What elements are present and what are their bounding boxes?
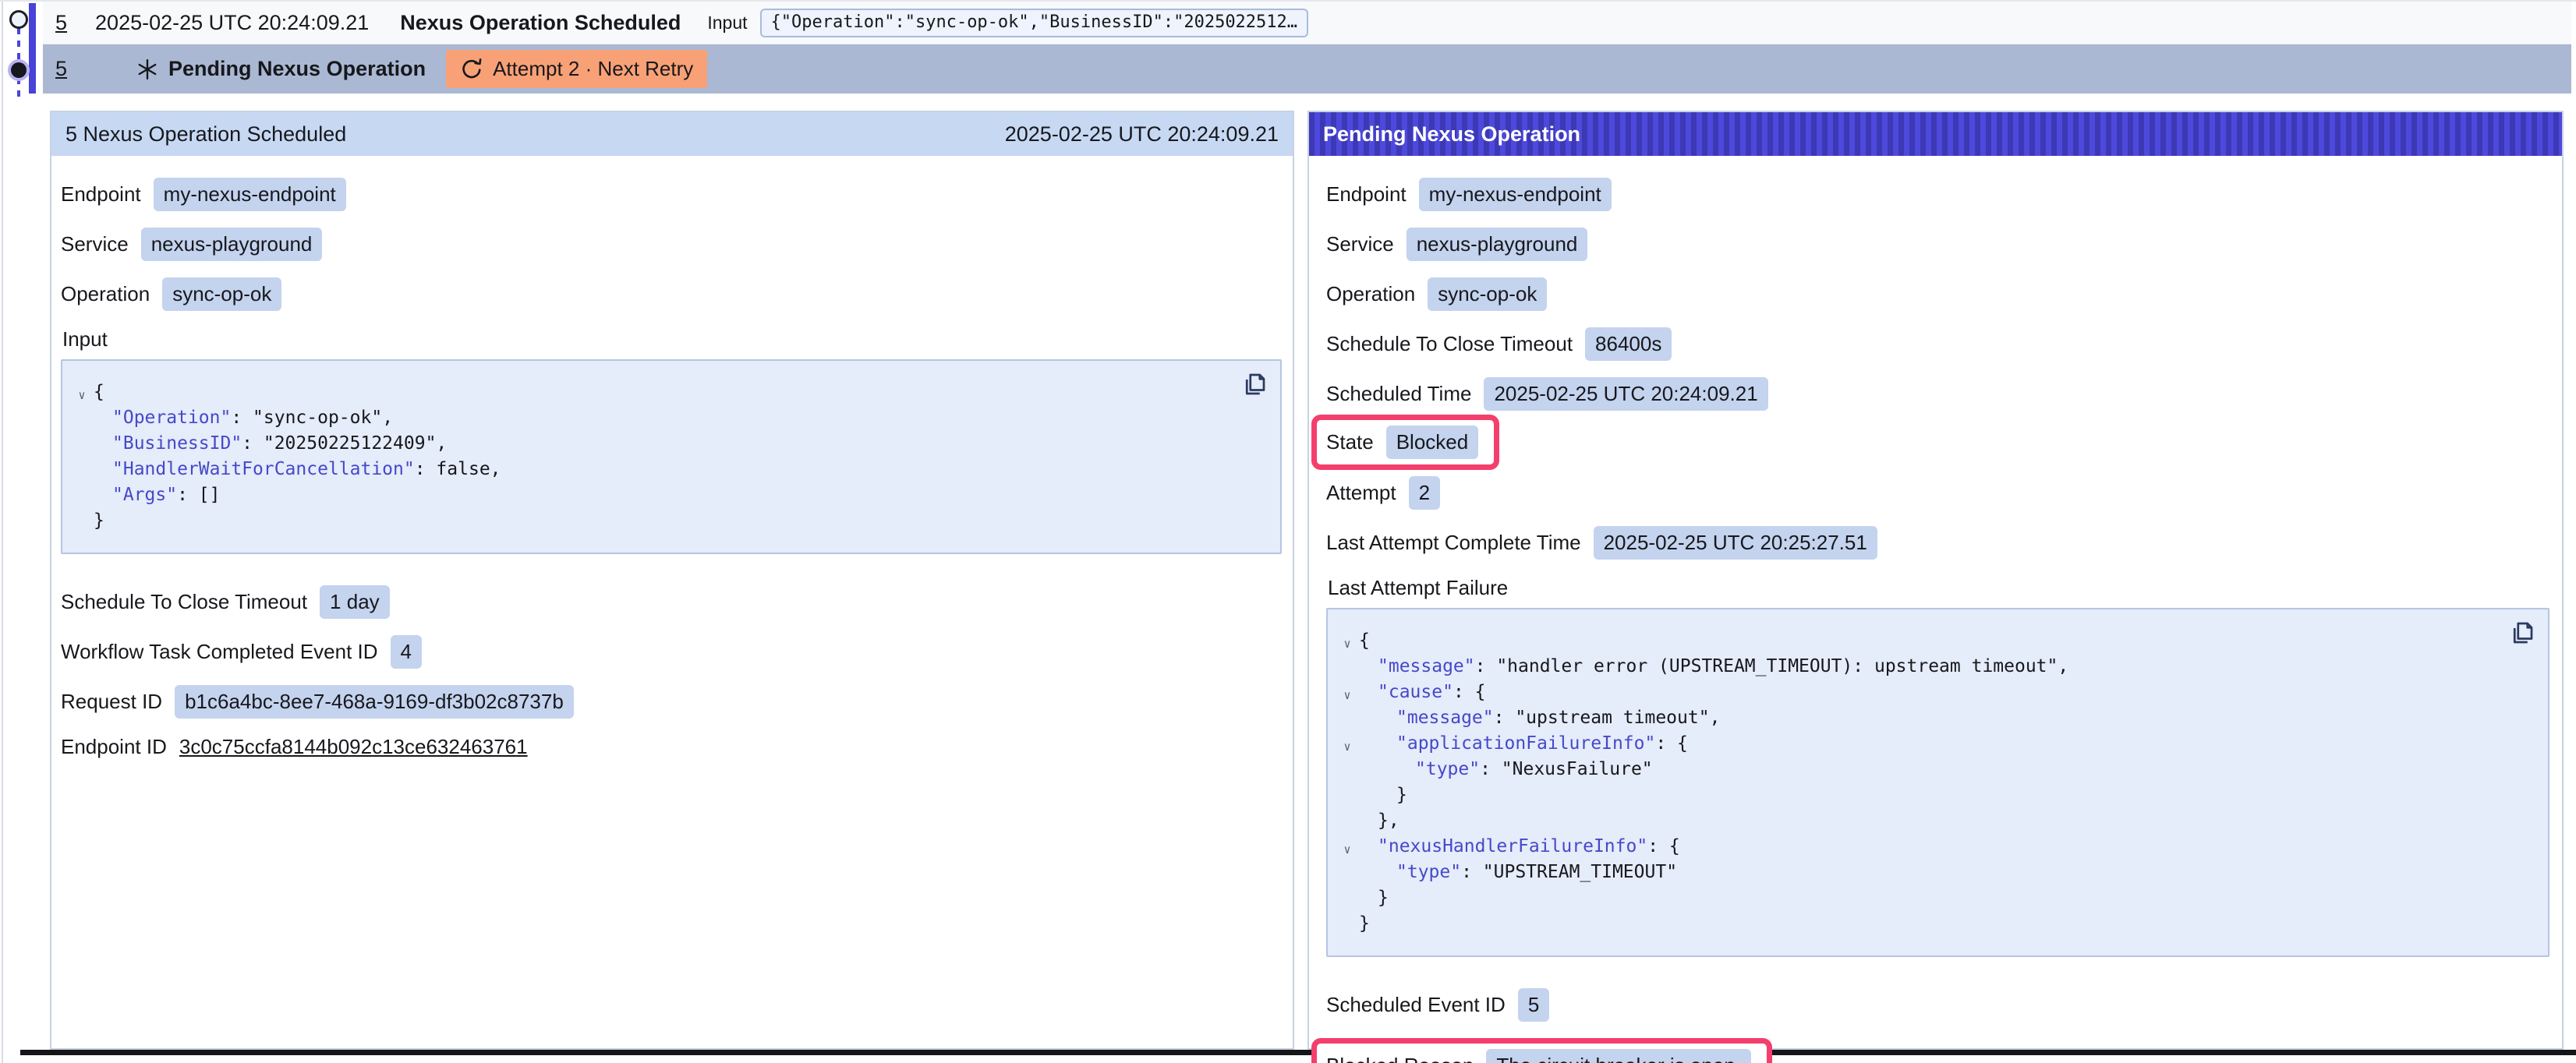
input-json-viewer: ∨{"Operation": "sync-op-ok","BusinessID"… — [61, 359, 1282, 554]
pending-panel-title: Pending Nexus Operation — [1323, 122, 1580, 147]
field-label: Endpoint — [61, 182, 141, 207]
field-value-badge: my-nexus-endpoint — [1419, 178, 1612, 211]
field-request-id: Request ID b1c6a4bc-8ee7-468a-9169-df3b0… — [61, 685, 1282, 719]
field-label: Scheduled Event ID — [1326, 993, 1506, 1017]
field-schedule-to-close-timeout: Schedule To Close Timeout 1 day — [61, 585, 1282, 619]
pending-panel-body: Endpoint my-nexus-endpoint Service nexus… — [1309, 156, 2562, 1063]
pending-event-id-link[interactable]: 5 — [55, 57, 67, 81]
field-value-badge: 4 — [391, 635, 422, 669]
field-label: Workflow Task Completed Event ID — [61, 640, 378, 664]
field-label: Schedule To Close Timeout — [61, 590, 307, 614]
field-workflow-task-completed-event-id: Workflow Task Completed Event ID 4 — [61, 635, 1282, 669]
field-blocked-reason: Blocked Reason The circuit breaker is op… — [1326, 1049, 1751, 1063]
collapse-chevron-icon[interactable]: ∨ — [1336, 683, 1359, 708]
event-time: 2025-02-25 UTC 20:24:09.21 — [95, 11, 369, 35]
field-service: Service nexus-playground — [61, 228, 1282, 261]
field-label: Schedule To Close Timeout — [1326, 332, 1573, 356]
history-rows: 5 2025-02-25 UTC 20:24:09.21 Nexus Opera… — [43, 2, 2571, 94]
copy-icon — [2508, 619, 2536, 647]
copy-button[interactable] — [1240, 370, 1269, 400]
field-label: Last Attempt Complete Time — [1326, 531, 1581, 555]
field-value-badge: nexus-playground — [141, 228, 323, 261]
event-timeline — [0, 2, 43, 107]
field-label: State — [1326, 430, 1374, 454]
field-endpoint: Endpoint my-nexus-endpoint — [61, 178, 1282, 211]
endpoint-id-link[interactable]: 3c0c75ccfa8144b092c13ce632463761 — [179, 735, 528, 759]
field-schedule-to-close-timeout: Schedule To Close Timeout 86400s — [1326, 327, 2549, 361]
field-value-badge: nexus-playground — [1407, 228, 1588, 261]
pending-nexus-operation-panel: Pending Nexus Operation Endpoint my-nexu… — [1307, 111, 2564, 1050]
event-panel-time: 2025-02-25 UTC 20:24:09.21 — [1005, 122, 1279, 147]
state-annotation-box: State Blocked — [1311, 415, 1499, 470]
retry-icon — [460, 58, 483, 81]
collapse-chevron-icon[interactable]: ∨ — [1336, 837, 1359, 863]
field-scheduled-time: Scheduled Time 2025-02-25 UTC 20:24:09.2… — [1326, 377, 2549, 411]
field-attempt: Attempt 2 — [1326, 476, 2549, 510]
event-input-label: Input — [707, 12, 747, 34]
event-panel-header: 5 Nexus Operation Scheduled 2025-02-25 U… — [51, 112, 1293, 156]
field-label: Blocked Reason — [1326, 1054, 1474, 1063]
field-operation: Operation sync-op-ok — [1326, 277, 2549, 311]
field-value-badge: b1c6a4bc-8ee7-468a-9169-df3b02c8737b — [175, 685, 574, 719]
nexus-operation-scheduled-panel: 5 Nexus Operation Scheduled 2025-02-25 U… — [50, 111, 1294, 1050]
field-value-badge: my-nexus-endpoint — [154, 178, 346, 211]
field-service: Service nexus-playground — [1326, 228, 2549, 261]
field-label: Request ID — [61, 690, 162, 714]
field-label: Service — [1326, 232, 1394, 256]
copy-button[interactable] — [2507, 619, 2537, 648]
event-row-nexus-operation-scheduled[interactable]: 5 2025-02-25 UTC 20:24:09.21 Nexus Opera… — [43, 2, 2571, 44]
collapse-chevron-icon[interactable]: ∨ — [70, 383, 94, 408]
event-input-preview-chip[interactable]: {"Operation":"sync-op-ok","BusinessID":"… — [760, 9, 1309, 37]
field-value-badge: 1 day — [320, 585, 390, 619]
retry-badge-text: Attempt 2 · Next Retry — [493, 57, 693, 81]
collapse-chevron-icon[interactable]: ∨ — [1336, 631, 1359, 657]
field-value-badge: 5 — [1518, 988, 1549, 1022]
field-scheduled-event-id: Scheduled Event ID 5 — [1326, 988, 2549, 1022]
event-panel-body: Endpoint my-nexus-endpoint Service nexus… — [51, 156, 1293, 759]
pending-nexus-operation-row[interactable]: 5 Pending Nexus Operation Attempt 2 · Ne… — [43, 44, 2571, 94]
field-label: Scheduled Time — [1326, 382, 1471, 406]
field-label: Operation — [1326, 282, 1415, 306]
blocked-reason-value-badge: The circuit breaker is open. — [1486, 1049, 1751, 1063]
field-value-badge: 86400s — [1585, 327, 1672, 361]
pending-asterisk-icon — [136, 58, 159, 81]
collapse-chevron-icon[interactable]: ∨ — [1336, 734, 1359, 760]
field-value-badge: 2025-02-25 UTC 20:25:27.51 — [1594, 526, 1877, 560]
field-value-badge: sync-op-ok — [162, 277, 281, 311]
retry-status-badge: Attempt 2 · Next Retry — [446, 50, 707, 88]
failure-json-viewer: ∨{"message": "handler error (UPSTREAM_TI… — [1326, 608, 2549, 957]
event-panel-title: 5 Nexus Operation Scheduled — [65, 122, 346, 147]
copy-icon — [1240, 370, 1269, 398]
event-id-link[interactable]: 5 — [55, 11, 67, 35]
field-value-badge: sync-op-ok — [1428, 277, 1547, 311]
event-group-bottom-border — [20, 1050, 2576, 1055]
field-value-badge: 2 — [1409, 476, 1440, 510]
field-label: Attempt — [1326, 481, 1396, 505]
field-label: Endpoint — [1326, 182, 1407, 207]
last-attempt-failure-label: Last Attempt Failure — [1328, 576, 2549, 600]
timeline-open-circle-icon — [9, 10, 28, 29]
field-label: Operation — [61, 282, 150, 306]
input-section-label: Input — [62, 327, 1282, 351]
workflow-history-screen: 5 2025-02-25 UTC 20:24:09.21 Nexus Opera… — [0, 0, 2576, 1063]
event-title: Nexus Operation Scheduled — [400, 11, 681, 35]
selected-event-indicator-bar — [29, 3, 36, 94]
field-state: State Blocked — [1326, 426, 1478, 459]
field-last-attempt-complete-time: Last Attempt Complete Time 2025-02-25 UT… — [1326, 526, 2549, 560]
field-operation: Operation sync-op-ok — [61, 277, 1282, 311]
timeline-filled-circle-icon — [11, 62, 27, 78]
pending-title: Pending Nexus Operation — [168, 57, 426, 81]
pending-panel-header: Pending Nexus Operation — [1309, 112, 2562, 156]
field-value-badge: 2025-02-25 UTC 20:24:09.21 — [1484, 377, 1767, 411]
event-details-area: 5 Nexus Operation Scheduled 2025-02-25 U… — [0, 103, 2576, 1055]
field-label: Endpoint ID — [61, 735, 167, 759]
field-label: Service — [61, 232, 129, 256]
state-value-badge: Blocked — [1386, 426, 1479, 459]
field-endpoint-id: Endpoint ID 3c0c75ccfa8144b092c13ce63246… — [61, 735, 1282, 759]
blocked-reason-annotation-box: Blocked Reason The circuit breaker is op… — [1311, 1038, 1772, 1063]
field-endpoint: Endpoint my-nexus-endpoint — [1326, 178, 2549, 211]
